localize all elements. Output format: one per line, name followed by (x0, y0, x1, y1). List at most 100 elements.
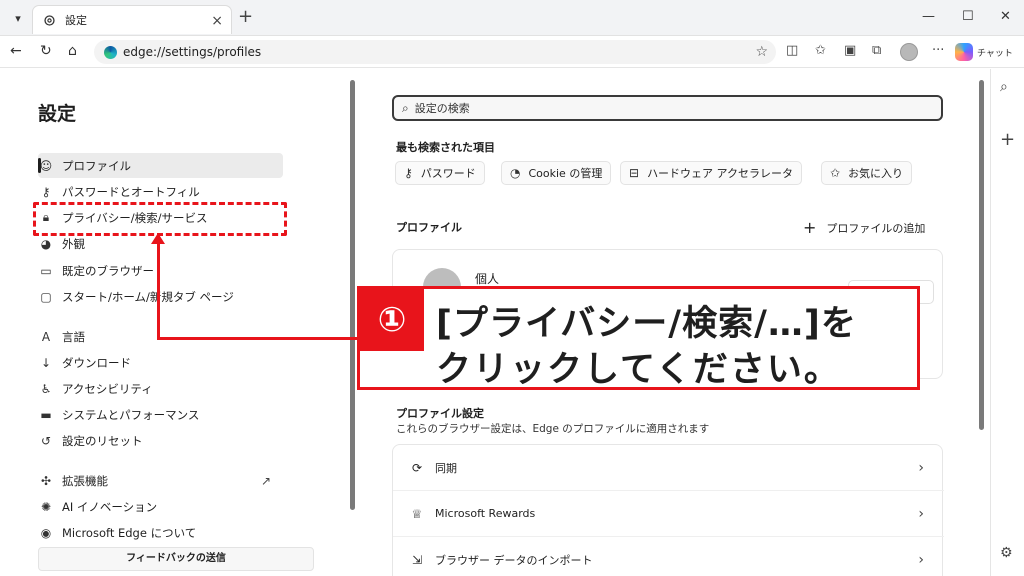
settings-row-sync[interactable]: ⟳ 同期 › (393, 445, 944, 491)
sidebar-item-label: 既定のブラウザー (62, 263, 154, 278)
profile-section-title: プロファイル (396, 221, 462, 234)
sidebar-item-start-home[interactable]: ▢ スタート/ホーム/新規タブ ページ (38, 284, 283, 309)
main-scrollbar[interactable] (979, 80, 984, 430)
sidebar-item-profiles[interactable]: ☺ プロファイル (38, 153, 283, 178)
settings-row-import[interactable]: ⇲ ブラウザー データのインポート › (393, 537, 944, 576)
sidebar-item-label: Microsoft Edge について (62, 525, 197, 540)
chip-hardware-acceleration[interactable]: ⊟ ハードウェア アクセラレータ (620, 161, 803, 185)
home-icon[interactable]: ⌂ (68, 43, 77, 59)
puzzle-icon: ✣ (40, 473, 52, 488)
sidebar-item-system[interactable]: ▬ システムとパフォーマンス (38, 402, 283, 427)
tab-settings[interactable]: 設定 × (32, 5, 232, 34)
profile-settings-title: プロファイル設定 (396, 407, 484, 420)
feedback-button[interactable]: フィードバックの送信 (38, 547, 314, 571)
favorites-icon: ✩ (830, 166, 841, 180)
add-icon[interactable]: + (1000, 129, 1015, 150)
right-sidebar: ⌕ + ⚙ (990, 69, 1024, 576)
sidebar-item-label: ダウンロード (62, 355, 131, 370)
chevron-down-icon: ▾ (15, 11, 21, 25)
sidebar-item-about[interactable]: ◉ Microsoft Edge について (38, 520, 283, 545)
drive-icon: ⊟ (629, 166, 640, 180)
settings-row-rewards[interactable]: ♕ Microsoft Rewards › (393, 491, 944, 537)
laptop-icon: ▬ (40, 407, 52, 422)
sidebar-item-passwords[interactable]: ⚷ パスワードとオートフィル (38, 179, 283, 204)
settings-row-label: ブラウザー データのインポート (435, 554, 593, 567)
sidebar-item-downloads[interactable]: ↓ ダウンロード (38, 350, 283, 375)
callout-text-line1: [プライバシー/検索/…]を (436, 304, 857, 344)
chip-cookies[interactable]: ◔ Cookie の管理 (501, 161, 612, 185)
browser-icon: ▭ (40, 263, 52, 278)
sidebar-item-label: アクセシビリティ (62, 381, 153, 396)
chevron-right-icon: › (918, 459, 924, 476)
palette-icon: ◕ (40, 236, 52, 251)
close-icon[interactable]: × (211, 13, 223, 29)
profile-settings-subtitle: これらのブラウザー設定は、Edge のプロファイルに適用されます (396, 423, 710, 435)
sidebar-item-label: 言語 (62, 329, 85, 344)
chat-label: チャット (977, 48, 1013, 59)
sidebar-scrollbar[interactable] (350, 80, 355, 510)
trophy-icon: ♕ (411, 506, 423, 521)
sidebar-item-label: AI イノベーション (62, 499, 158, 514)
highlight-box (33, 202, 287, 236)
gear-icon[interactable]: ⚙ (1000, 545, 1013, 561)
chip-favorites[interactable]: ✩ お気に入り (821, 161, 913, 185)
language-icon: A (41, 329, 51, 344)
maximize-button[interactable]: ☐ (962, 10, 974, 24)
chevron-right-icon: › (918, 505, 924, 522)
split-screen-icon[interactable]: ◫ (786, 44, 798, 58)
profile-icon: ☺ (39, 158, 53, 173)
chip-label: パスワード (420, 167, 476, 180)
minimize-button[interactable]: — (922, 10, 935, 24)
tab-bar: ▾ 設定 × + — ☐ ✕ (0, 0, 1024, 36)
tab-list-button[interactable]: ▾ (8, 8, 28, 28)
copilot-icon (955, 43, 973, 61)
chat-button[interactable]: チャット (955, 41, 1013, 63)
settings-search-input[interactable]: ⌕ 設定の検索 (392, 95, 943, 121)
reset-icon: ↺ (40, 433, 52, 448)
new-tab-button[interactable]: + (238, 8, 253, 26)
ai-icon: ✺ (40, 499, 52, 514)
sidebar-item-reset[interactable]: ↺ 設定のリセット (38, 428, 283, 453)
add-profile-label: プロファイルの追加 (826, 222, 926, 235)
sidebar-item-label: スタート/ホーム/新規タブ ページ (62, 289, 234, 304)
download-icon: ↓ (40, 355, 52, 370)
refresh-icon[interactable]: ↻ (40, 43, 52, 59)
accessibility-icon: ♿︎ (40, 381, 52, 396)
connector-line (157, 337, 357, 340)
key-icon: ⚷ (404, 166, 413, 180)
chip-label: お気に入り (848, 167, 904, 180)
settings-title: 設定 (38, 103, 77, 125)
chip-label: Cookie の管理 (528, 167, 603, 180)
chip-label: ハードウェア アクセラレータ (647, 167, 794, 180)
chip-passwords[interactable]: ⚷ パスワード (395, 161, 485, 185)
plus-icon: + (803, 218, 817, 237)
profile-settings-card: ⟳ 同期 › ♕ Microsoft Rewards › ⇲ ブラウザー データ… (392, 444, 944, 576)
screenshot-icon[interactable]: ⧉ (872, 44, 881, 58)
address-bar[interactable]: edge://settings/profiles ☆ (94, 40, 776, 64)
cookie-icon: ◔ (510, 166, 521, 180)
settings-row-label: 同期 (435, 461, 457, 475)
window-close-button[interactable]: ✕ (1000, 10, 1011, 24)
favorites-icon[interactable]: ✩ (815, 44, 826, 58)
sidebar-item-accessibility[interactable]: ♿︎ アクセシビリティ (38, 376, 283, 401)
favorite-star-icon[interactable]: ☆ (755, 44, 768, 60)
tab-title: 設定 (65, 14, 87, 27)
address-text: edge://settings/profiles (123, 45, 262, 59)
back-arrow-icon[interactable]: ← (10, 43, 22, 59)
search-icon: ⌕ (402, 100, 409, 115)
profile-avatar-button[interactable] (900, 43, 918, 61)
sidebar-item-label: 設定のリセット (62, 433, 143, 448)
external-link-icon[interactable]: ↗ (261, 474, 271, 488)
sidebar-item-extensions[interactable]: ✣ 拡張機能 (38, 468, 283, 493)
settings-row-label: Microsoft Rewards (435, 507, 536, 520)
home-icon: ▢ (40, 289, 52, 304)
sidebar-item-label: 拡張機能 (62, 473, 108, 488)
more-options-icon[interactable]: ··· (932, 44, 944, 58)
sidebar-item-label: システムとパフォーマンス (62, 407, 200, 422)
sidebar-item-ai-innovation[interactable]: ✺ AI イノベーション (38, 494, 283, 519)
add-profile-button[interactable]: + プロファイルの追加 (803, 220, 925, 236)
search-icon[interactable]: ⌕ (1000, 79, 1008, 95)
import-icon: ⇲ (411, 553, 423, 567)
collections-icon[interactable]: ▣ (844, 44, 856, 58)
sidebar-item-default-browser[interactable]: ▭ 既定のブラウザー (38, 258, 283, 283)
